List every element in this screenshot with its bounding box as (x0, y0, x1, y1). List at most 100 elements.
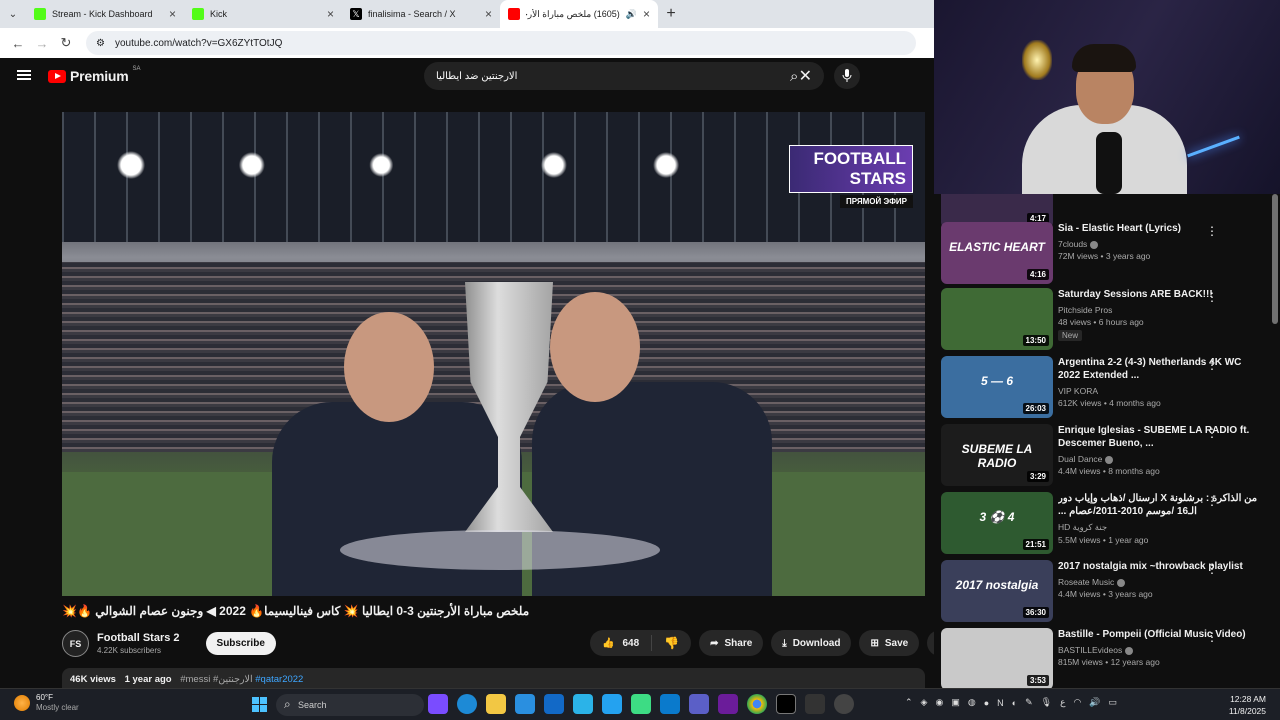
video-thumbnail[interactable]: 5 — 6 26:03 (941, 356, 1053, 418)
recommendation-item[interactable]: 5 — 6 26:03 Argentina 2-2 (4-3) Netherland… (941, 356, 1276, 418)
channel-name[interactable]: Football Stars 2 (97, 632, 180, 644)
recommendation-channel[interactable]: HD جنة كروية (1058, 522, 1258, 533)
volume-icon[interactable]: 🔊 (1089, 697, 1100, 708)
recommendation-channel[interactable]: Pitchside Pros (1058, 305, 1258, 315)
tab-kick[interactable]: Kick × (184, 0, 342, 28)
tray-app-icon[interactable]: ◉ (935, 697, 943, 708)
next-icon[interactable] (718, 694, 738, 714)
outlook-icon[interactable] (544, 694, 564, 714)
edge-icon[interactable] (457, 694, 477, 714)
photos-icon[interactable] (660, 694, 680, 714)
site-info-icon[interactable]: ⚙ (96, 38, 105, 49)
search-input[interactable]: الارجنتين ضد ايطاليا ✕ (424, 62, 824, 90)
android-icon[interactable] (631, 694, 651, 714)
recommendation-item[interactable]: 13:50 Saturday Sessions ARE BACK!!! Pitchs… (941, 288, 1276, 350)
copilot-icon[interactable] (573, 694, 593, 714)
clear-icon[interactable]: ✕ (799, 66, 812, 86)
more-vert-icon[interactable]: ⋮ (1206, 426, 1218, 440)
speaker-icon[interactable]: 🔊 (626, 9, 637, 20)
tab-kick-dashboard[interactable]: Stream - Kick Dashboard × (26, 0, 184, 28)
recommendation-item[interactable]: ELASTIC HEART 4:16 Sia - Elastic Heart (Ly… (941, 222, 1276, 284)
weather-widget[interactable]: 60°F Mostly clear (14, 693, 79, 713)
tray-app-icon[interactable]: ◍ (968, 697, 976, 708)
terminal-icon[interactable] (805, 694, 825, 714)
url-field[interactable]: ⚙ youtube.com/watch?v=GX6ZYtTOtJQ (86, 31, 916, 55)
tray-app-icon[interactable]: ● (984, 698, 989, 708)
video-thumbnail[interactable]: 3 ⚽ 4 21:51 (941, 492, 1053, 554)
recommendation-title[interactable]: Bastille - Pompeii (Official Music Video… (1058, 628, 1258, 641)
back-icon[interactable]: ← (6, 36, 30, 51)
youtube-logo[interactable]: Premium SA (48, 66, 141, 84)
chrome-icon[interactable] (747, 694, 767, 714)
tray-app-icon[interactable]: ▣ (951, 697, 960, 708)
recommendation-channel[interactable]: Dual Dance (1058, 454, 1258, 464)
tray-app-icon[interactable]: ✎ (1025, 697, 1033, 708)
bluesky-icon[interactable] (602, 694, 622, 714)
menu-icon[interactable] (17, 70, 31, 80)
app-icon[interactable] (428, 694, 448, 714)
hashtag[interactable]: #qatar2022 (255, 674, 303, 685)
windows-start-icon[interactable] (252, 697, 267, 712)
scrollbar[interactable] (1272, 194, 1278, 324)
recommendation-title[interactable]: 2017 nostalgia mix ~throwback playlist (1058, 560, 1258, 573)
recommendation-channel[interactable]: VIP KORA (1058, 386, 1258, 396)
recommendation-channel[interactable]: 7clouds (1058, 239, 1258, 249)
wifi-icon[interactable]: ◠ (1073, 697, 1081, 708)
chevron-up-icon[interactable]: ⌃ (905, 697, 913, 708)
close-icon[interactable]: × (485, 7, 492, 21)
recommendation-item[interactable]: SUBEME LA RADIO 3:29 Enrique Iglesias - SU… (941, 424, 1276, 486)
like-button[interactable]: 👍 648 (590, 635, 653, 651)
file-explorer-icon[interactable] (486, 694, 506, 714)
record-app-icon[interactable] (834, 694, 854, 714)
search-button[interactable]: ⌕ (790, 68, 798, 85)
recommendation-title[interactable]: Enrique Iglesias - SUBEME LA RADIO ft. D… (1058, 424, 1258, 450)
more-vert-icon[interactable]: ⋮ (1206, 494, 1218, 508)
video-thumbnail[interactable]: 13:50 (941, 288, 1053, 350)
forward-icon[interactable]: → (30, 36, 54, 51)
x-app-icon[interactable] (776, 694, 796, 714)
recommendation-channel[interactable]: Roseate Music (1058, 577, 1258, 587)
close-icon[interactable]: × (169, 7, 176, 21)
share-button[interactable]: ➦ Share (699, 630, 764, 656)
more-vert-icon[interactable]: ⋮ (1206, 358, 1218, 372)
more-vert-icon[interactable]: ⋮ (1206, 562, 1218, 576)
video-thumbnail[interactable]: 3:53 (941, 628, 1053, 688)
more-vert-icon[interactable]: ⋮ (1206, 290, 1218, 304)
dislike-button[interactable]: 👎 (652, 636, 691, 650)
mic-tray-icon[interactable]: 🎙 (1041, 697, 1052, 708)
save-button[interactable]: ⊞ Save (859, 630, 920, 656)
subscribe-button[interactable]: Subscribe (205, 632, 276, 655)
tray-app-icon[interactable]: ◈ (921, 697, 928, 708)
hashtag[interactable]: #الارجنتين (213, 674, 253, 685)
tray-app-icon[interactable]: N (997, 698, 1004, 708)
close-icon[interactable]: × (643, 7, 650, 21)
tab-search-dropdown[interactable]: ⌄ (0, 0, 26, 28)
mic-icon[interactable] (834, 63, 860, 89)
store-icon[interactable] (515, 694, 535, 714)
close-icon[interactable]: × (327, 7, 334, 21)
recommendation-channel[interactable]: BASTILLEvideos (1058, 645, 1258, 655)
video-thumbnail[interactable]: ELASTIC HEART 4:16 (941, 222, 1053, 284)
video-thumbnail[interactable]: 2017 nostalgia 36:30 (941, 560, 1053, 622)
download-button[interactable]: ⤓ Download (771, 630, 852, 656)
clock[interactable]: 12:28 AM 11/8/2025 (1229, 693, 1266, 717)
recommendation-title[interactable]: Sia - Elastic Heart (Lyrics) (1058, 222, 1258, 235)
tray-app-icon[interactable]: ◐ (1012, 698, 1017, 708)
channel-avatar[interactable]: FS (62, 630, 89, 657)
taskbar-search[interactable]: Search (276, 694, 424, 716)
teams-icon[interactable] (689, 694, 709, 714)
recommendation-item[interactable]: 2017 nostalgia 36:30 2017 nostalgia mix ~t… (941, 560, 1276, 622)
recommendation-title[interactable]: Argentina 2-2 (4-3) Netherlands 4K WC 20… (1058, 356, 1258, 382)
tab-x-search[interactable]: 𝕏 finalisima - Search / X × (342, 0, 500, 28)
new-tab-button[interactable]: + (658, 5, 684, 23)
recommendation-item[interactable]: 3 ⚽ 4 21:51 من الذاكرة : برشلونة X ارسنال … (941, 492, 1276, 554)
more-vert-icon[interactable]: ⋮ (1206, 224, 1218, 238)
more-vert-icon[interactable]: ⋮ (1206, 630, 1218, 644)
recommendation-item[interactable]: 3:53 Bastille - Pompeii (Official Music V… (941, 628, 1276, 688)
tab-youtube[interactable]: (1605) ملخص مباراة الأرجنتين 🔊 × (500, 0, 658, 28)
reload-icon[interactable]: ↻ (54, 35, 78, 51)
recommendation-title[interactable]: من الذاكرة : برشلونة X ارسنال /ذهاب وإيا… (1058, 492, 1258, 518)
battery-icon[interactable]: ▭ (1109, 697, 1118, 708)
video-thumbnail[interactable]: SUBEME LA RADIO 3:29 (941, 424, 1053, 486)
recommendation-title[interactable]: Saturday Sessions ARE BACK!!! (1058, 288, 1258, 301)
